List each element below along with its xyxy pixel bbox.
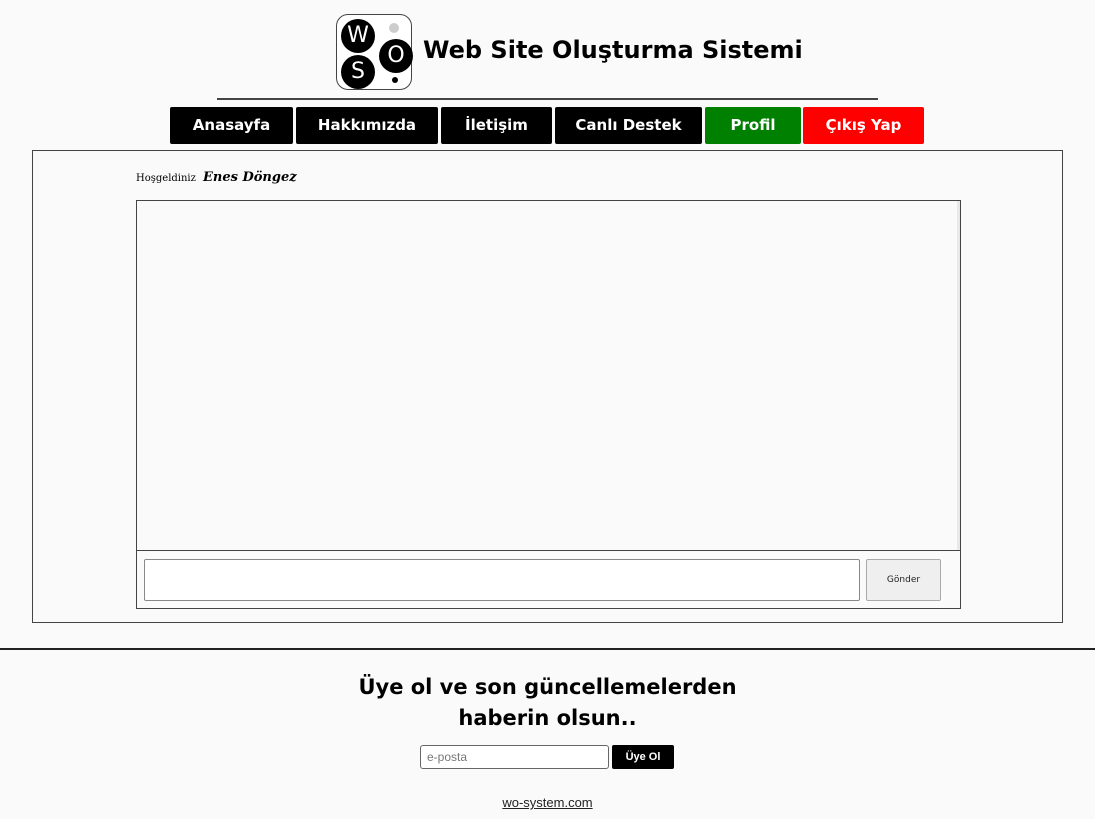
nav-canli-destek[interactable]: Canlı Destek (555, 107, 702, 144)
nav-iletisim[interactable]: İletişim (441, 107, 552, 144)
welcome-message: Hoşgeldiniz Enes Döngez (136, 166, 297, 185)
logo-letter-s: S (341, 55, 375, 89)
welcome-prefix: Hoşgeldiniz (136, 173, 196, 184)
newsletter-line-2: haberin olsun.. (458, 706, 637, 730)
site-link[interactable]: wo-system.com (502, 795, 592, 810)
nav-profil[interactable]: Profil (705, 107, 801, 144)
email-input[interactable] (420, 745, 609, 769)
site-logo[interactable]: W O S (336, 14, 413, 90)
newsletter-line-1: Üye ol ve son güncellemelerden (358, 675, 737, 699)
logo-letter-o: O (379, 39, 413, 73)
message-input[interactable] (144, 559, 860, 601)
footer-divider (0, 648, 1095, 650)
site-header: W O S Web Site Oluşturma Sistemi (0, 12, 1095, 94)
subscribe-button[interactable]: Üye Ol (612, 745, 674, 769)
logo-dot-black (392, 77, 398, 83)
footer-link-container: wo-system.com (0, 795, 1095, 810)
chat-messages-area[interactable] (137, 201, 960, 551)
main-nav: Anasayfa Hakkımızda İletişim Canlı Deste… (0, 107, 1095, 144)
site-title: Web Site Oluşturma Sistemi (423, 36, 803, 64)
header-divider (217, 98, 878, 100)
newsletter-heading: Üye ol ve son güncellemelerden haberin o… (0, 672, 1095, 734)
logo-letter-w: W (341, 19, 375, 53)
nav-hakkimizda[interactable]: Hakkımızda (296, 107, 438, 144)
logo-dot-grey (389, 23, 399, 33)
nav-anasayfa[interactable]: Anasayfa (170, 107, 293, 144)
send-button[interactable]: Gönder (866, 559, 941, 601)
chat-scrollbar[interactable] (957, 201, 960, 550)
user-name: Enes Döngez (203, 170, 297, 185)
chat-panel: Hoşgeldiniz Enes Döngez Gönder (32, 150, 1063, 623)
nav-cikis-yap[interactable]: Çıkış Yap (803, 107, 924, 144)
chat-window: Gönder (136, 200, 961, 609)
